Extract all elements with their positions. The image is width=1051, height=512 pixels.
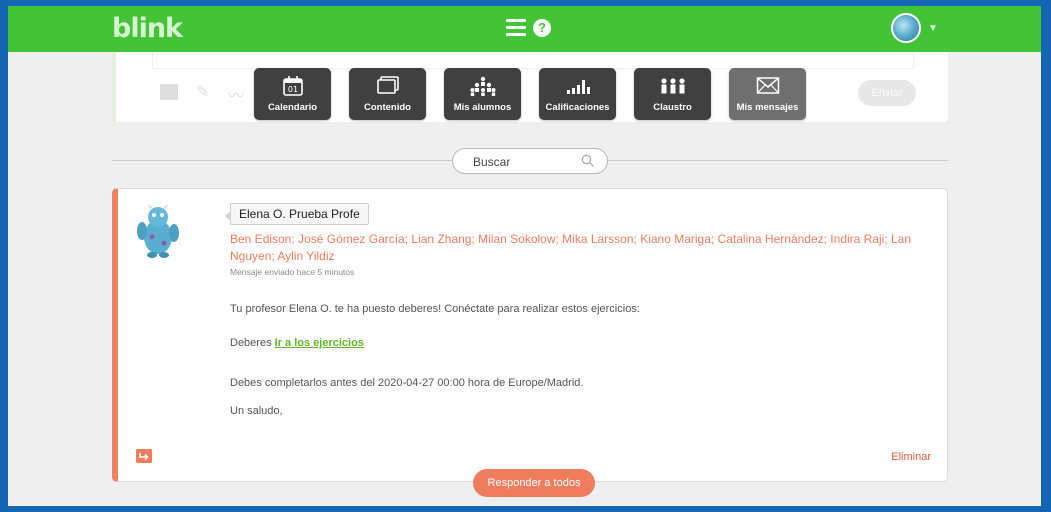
envelope-icon: [756, 77, 779, 94]
message-line: Tu profesor Elena O. te ha puesto debere…: [230, 303, 640, 315]
search-icon[interactable]: [581, 154, 595, 168]
divider: [112, 160, 452, 161]
message-deadline: Debes completarlos antes del 2020-04-27 …: [230, 377, 584, 389]
homework-link[interactable]: Ir a los ejercicios: [275, 337, 364, 349]
message-composer: ✎ 〰 Enviar: [112, 52, 948, 122]
launcher-mis-alumnos[interactable]: Mis alumnos: [444, 68, 521, 120]
grades-icon: [566, 80, 590, 94]
reply-icon[interactable]: [136, 449, 152, 463]
launcher-mis-mensajes[interactable]: Mis mensajes: [729, 68, 806, 120]
pen-icon[interactable]: ✎: [196, 82, 209, 102]
search-input[interactable]: [453, 149, 595, 175]
recipients-list: Ben Edison; José Gómez García; Lian Zhan…: [230, 232, 912, 263]
homework-prefix: Deberes: [230, 337, 272, 349]
reply-all-button[interactable]: Responder a todos: [473, 469, 595, 497]
menu-icon[interactable]: [506, 19, 526, 37]
launcher-claustro[interactable]: Claustro: [634, 68, 711, 120]
message-homework: Deberes Ir a los ejercicios: [230, 337, 364, 349]
launcher-label: Claustro: [653, 102, 692, 113]
composer-text-field[interactable]: [152, 52, 914, 69]
audio-icon[interactable]: 〰: [228, 82, 244, 106]
sent-time: Mensaje enviado hace 5 minutos: [230, 267, 355, 277]
staff-icon: [660, 78, 685, 94]
user-avatar[interactable]: [891, 13, 921, 43]
students-icon: [470, 76, 495, 96]
calendar-date-badge: 01: [287, 85, 297, 94]
launcher-label: Calificaciones: [545, 102, 610, 113]
sender-avatar: [137, 204, 179, 258]
chevron-down-icon[interactable]: ▼: [928, 23, 938, 34]
launcher-label: Mis mensajes: [736, 102, 799, 113]
attachment-icon[interactable]: [160, 84, 178, 100]
help-icon[interactable]: ?: [533, 19, 551, 37]
launcher-calendario[interactable]: 01 Calendario: [254, 68, 331, 120]
launcher-label: Calendario: [267, 102, 318, 113]
launcher-contenido[interactable]: Contenido: [349, 68, 426, 120]
blink-logo[interactable]: blink: [112, 13, 183, 44]
message-closing: Un saludo,: [230, 405, 283, 417]
launcher-calificaciones[interactable]: Calificaciones: [539, 68, 616, 120]
launcher-label: Mis alumnos: [453, 102, 512, 113]
launcher-label: Contenido: [364, 102, 411, 113]
sender-name: Elena O. Prueba Profe: [225, 203, 369, 225]
search-box: [452, 148, 608, 175]
message-card: Elena O. Prueba Profe Ben Edison; José G…: [112, 188, 948, 482]
divider: [608, 160, 948, 161]
content-icon: [376, 76, 399, 94]
top-bar: blink ? ▼: [8, 6, 1041, 52]
delete-link[interactable]: Eliminar: [891, 451, 931, 463]
calendar-icon: 01: [282, 76, 303, 96]
app-window: blink ? ▼ ✎ 〰 Enviar 01 Calendario Conte…: [8, 6, 1041, 506]
send-button[interactable]: Enviar: [858, 80, 916, 106]
